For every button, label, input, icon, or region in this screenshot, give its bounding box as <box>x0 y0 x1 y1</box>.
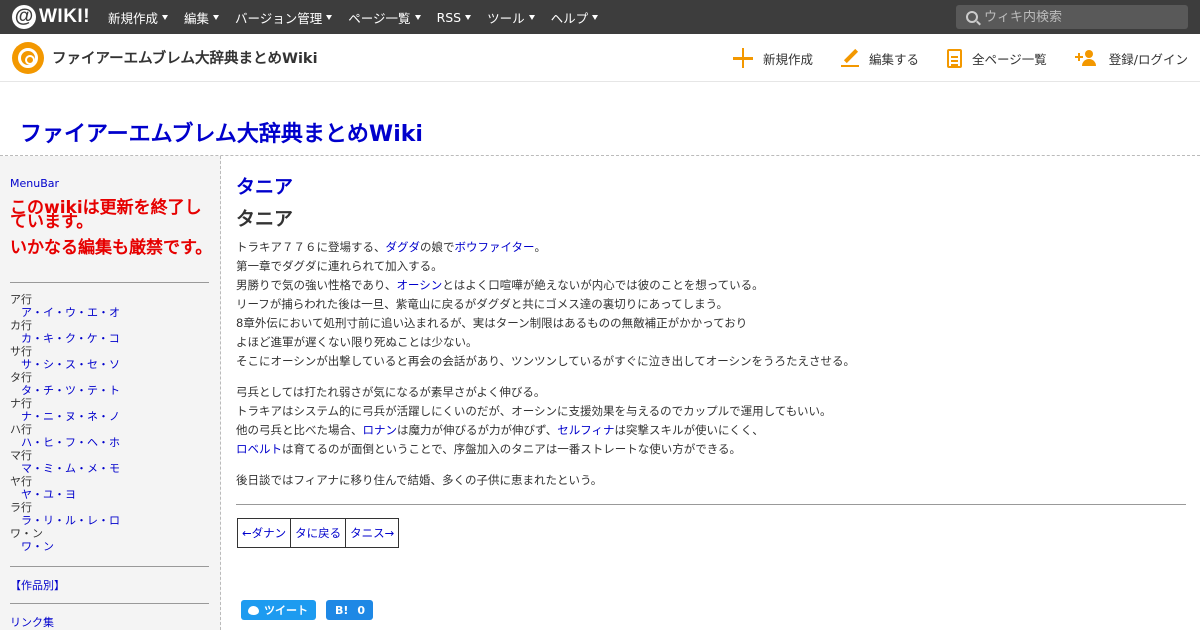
page-heading: タニア <box>236 208 294 230</box>
add-user-icon <box>1074 49 1099 67</box>
wiki-search-box <box>956 5 1188 29</box>
site-header: ファイアーエムブレム大辞典まとめWiki 新規作成 編集する 全ページ一覧 登録… <box>0 34 1200 82</box>
paragraph-evaluation: 弓兵としては打たれ弱さが気になるが素早さがよく伸びる。 トラキアはシステム的に弓… <box>236 385 832 456</box>
nav-heading: ラ行 <box>10 501 32 514</box>
sidebar-item-ha-row[interactable]: ハ・ヒ・フ・ヘ・ホ <box>21 436 120 449</box>
sidebar-item-ka-row[interactable]: カ・キ・ク・ケ・コ <box>21 332 120 345</box>
paragraph-epilogue: 後日談ではフィアナに移り住んで結婚、多くの子供に恵まれたという。 <box>236 473 603 487</box>
caret-down-icon <box>528 14 535 20</box>
sidebar-nav: ア行 ア・イ・ウ・エ・オ カ行 カ・キ・ク・ケ・コ サ行 サ・シ・ス・セ・ソ タ… <box>10 293 120 553</box>
sidebar-item-ma-row[interactable]: マ・ミ・ム・メ・モ <box>21 462 120 475</box>
back-to-index-link[interactable]: タに戻る <box>295 526 341 540</box>
plus-icon <box>732 48 753 68</box>
create-page-button[interactable]: 新規作成 <box>732 48 813 68</box>
warning-text-1: このwikiは更新を終了しています。 <box>10 198 202 232</box>
menu-version[interactable]: バージョン管理 <box>235 8 333 27</box>
sidebar-item-ra-row[interactable]: ラ・リ・ル・レ・ロ <box>21 514 120 527</box>
divider <box>236 504 1186 505</box>
sidebar-item-sa-row[interactable]: サ・シ・ス・セ・ソ <box>21 358 120 371</box>
search-input[interactable] <box>984 9 1174 25</box>
menu-page-list[interactable]: ページ一覧 <box>348 8 421 27</box>
atwiki-logo[interactable]: @ WIKI! <box>12 5 92 29</box>
sidebar-item-a-row[interactable]: ア・イ・ウ・エ・オ <box>21 306 120 319</box>
page-title-link[interactable]: タニア <box>236 172 293 199</box>
nav-heading: タ行 <box>10 371 32 384</box>
link-bow-fighter[interactable]: ボウファイター <box>455 240 535 254</box>
paragraph-intro: トラキア７７６に登場する、ダグダの娘でボウファイター。 第一章でダグダに連れられ… <box>236 240 856 368</box>
caret-down-icon <box>414 14 421 20</box>
caret-down-icon <box>465 14 472 20</box>
link-selfina[interactable]: セルフィナ <box>557 423 614 437</box>
sidebar-item-na-row[interactable]: ナ・ニ・ヌ・ネ・ノ <box>21 410 120 423</box>
menu-edit[interactable]: 編集 <box>184 8 220 27</box>
login-button[interactable]: 登録/ログイン <box>1074 49 1188 68</box>
hatena-bookmark-button[interactable]: B! 0 <box>326 600 373 620</box>
twitter-bird-icon <box>248 605 259 615</box>
sidebar-item-by-work[interactable]: 【作品別】 <box>10 577 65 593</box>
document-icon <box>947 48 963 68</box>
link-dagda[interactable]: ダグダ <box>386 240 421 254</box>
menu-tools[interactable]: ツール <box>487 8 535 27</box>
link-osian[interactable]: オーシン <box>396 278 442 292</box>
tweet-button[interactable]: ツイート <box>241 600 316 620</box>
link-ronan[interactable]: ロナン <box>363 423 398 437</box>
page-navigation-table: ←ダナン タに戻る タニス→ <box>236 518 400 548</box>
menu-create[interactable]: 新規作成 <box>108 8 169 27</box>
nav-heading: ワ・ン <box>10 527 43 540</box>
nav-heading: ア行 <box>10 293 32 306</box>
menu-help[interactable]: ヘルプ <box>551 8 599 27</box>
caret-down-icon <box>326 14 333 20</box>
sidebar-item-ta-row[interactable]: タ・チ・ツ・テ・ト <box>21 384 120 397</box>
top-menu: 新規作成 編集 バージョン管理 ページ一覧 RSS ツール ヘルプ <box>108 8 614 27</box>
menu-rss[interactable]: RSS <box>437 8 472 27</box>
prev-page-link[interactable]: ←ダナン <box>242 526 286 540</box>
search-icon[interactable] <box>966 11 978 23</box>
logo-text: WIKI! <box>39 6 91 27</box>
next-page-link[interactable]: タニス→ <box>350 526 394 540</box>
site-logo-icon[interactable] <box>12 41 44 74</box>
top-navigation-bar: @ WIKI! 新規作成 編集 バージョン管理 ページ一覧 RSS ツール ヘル… <box>0 0 1200 34</box>
caret-down-icon <box>213 14 220 20</box>
at-logo-icon: @ <box>12 5 36 29</box>
nav-heading: カ行 <box>10 319 32 332</box>
sidebar-item-wa-row[interactable]: ワ・ン <box>21 540 54 553</box>
nav-heading: ハ行 <box>10 423 32 436</box>
edit-page-button[interactable]: 編集する <box>841 49 919 68</box>
sidebar: MenuBar このwikiは更新を終了しています。 いかなる編集も厳禁です。 … <box>0 156 221 630</box>
pencil-icon <box>841 49 859 67</box>
nav-heading: ナ行 <box>10 397 32 410</box>
link-robert[interactable]: ロベルト <box>236 442 282 456</box>
hatena-count: 0 <box>357 603 366 617</box>
sidebar-item-links[interactable]: リンク集 <box>10 614 54 630</box>
sidebar-item-ya-row[interactable]: ヤ・ユ・ヨ <box>21 488 76 501</box>
nav-heading: サ行 <box>10 345 32 358</box>
header-actions: 新規作成 編集する 全ページ一覧 登録/ログイン <box>705 34 1188 82</box>
nav-heading: マ行 <box>10 449 32 462</box>
site-name[interactable]: ファイアーエムブレム大辞典まとめWiki <box>52 47 318 68</box>
warning-text-2: いかなる編集も厳禁です。 <box>10 238 213 258</box>
caret-down-icon <box>162 14 169 20</box>
wiki-title-link[interactable]: ファイアーエムブレム大辞典まとめWiki <box>20 116 423 148</box>
divider <box>10 566 209 567</box>
hatena-icon: B! <box>335 603 349 617</box>
menubar-link[interactable]: MenuBar <box>10 177 59 190</box>
caret-down-icon <box>592 14 599 20</box>
divider <box>10 282 209 283</box>
all-pages-button[interactable]: 全ページ一覧 <box>947 48 1047 68</box>
divider <box>10 603 209 604</box>
nav-heading: ヤ行 <box>10 475 32 488</box>
